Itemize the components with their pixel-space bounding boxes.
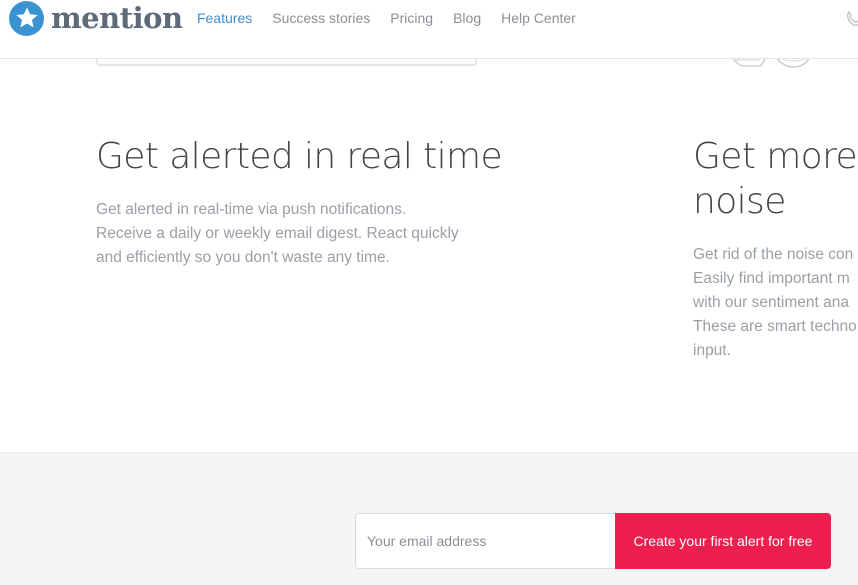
nav-blog[interactable]: Blog <box>453 10 481 26</box>
brand-name: mention <box>51 0 183 35</box>
email-input[interactable] <box>355 513 615 569</box>
title-line: Get more s <box>693 136 858 177</box>
brand-logo[interactable]: mention <box>9 0 183 36</box>
feature-noise-filter: Get more s noise Get rid of the noise co… <box>693 134 858 363</box>
feature-description: Get rid of the noise con Easily find imp… <box>693 243 858 363</box>
feature-realtime-alerts: Get alerted in real time Get alerted in … <box>96 134 503 270</box>
site-header: mention Features Success stories Pricing… <box>0 0 858 59</box>
description-line: Get rid of the noise con <box>693 246 854 263</box>
star-icon <box>9 0 44 36</box>
nav-features[interactable]: Features <box>197 10 252 26</box>
feature-description: Get alerted in real-time via push notifi… <box>96 198 486 270</box>
feature-title: Get more s noise <box>693 134 858 224</box>
description-line: input. <box>693 342 731 359</box>
signup-form: Create your first alert for free <box>355 513 831 569</box>
nav-success-stories[interactable]: Success stories <box>272 10 370 26</box>
feature-title: Get alerted in real time <box>96 136 503 177</box>
title-line: noise <box>693 181 786 222</box>
create-alert-button[interactable]: Create your first alert for free <box>615 513 831 569</box>
description-line: and efficiently so you don't waste any t… <box>96 249 390 266</box>
nav-help-center[interactable]: Help Center <box>501 10 576 26</box>
phone-icon[interactable] <box>846 10 858 27</box>
description-line: Receive a daily or weekly email digest. … <box>96 225 459 242</box>
description-line: Get alerted in real-time via push notifi… <box>96 201 407 218</box>
nav-pricing[interactable]: Pricing <box>390 10 433 26</box>
description-line: These are smart techno <box>693 318 857 335</box>
description-line: Easily find important m <box>693 270 850 287</box>
description-line: with our sentiment ana <box>693 294 849 311</box>
main-nav: Features Success stories Pricing Blog He… <box>197 10 596 26</box>
